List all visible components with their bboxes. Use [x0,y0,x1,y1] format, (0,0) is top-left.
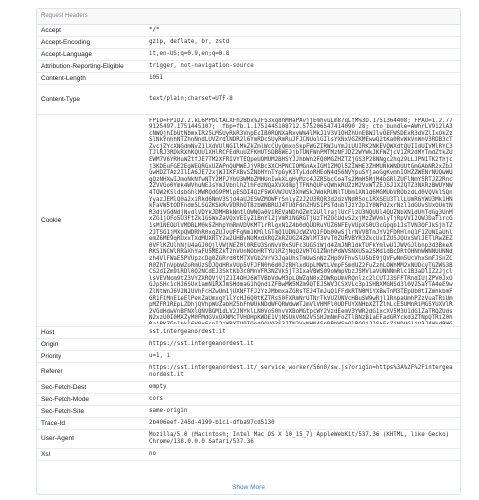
header-row: Cookie FPID=FPID2.2.kL6PPbCtALXFh2Bbx%2F5… [37,114,460,327]
header-name: Content-Length [37,72,145,85]
header-row: Accept-Language it,en-US;q=0.9,en;q=0.8 [37,48,460,61]
header-value: https://sst.intergeanordest.it/_service_… [145,362,460,382]
header-value: no [145,448,460,461]
header-name: Priority [37,350,145,363]
header-value: Mozilla/5.0 (Macintosh; Intel Mac OS X 1… [145,429,460,449]
header-value: 2b406eef-245d-4199-b1c1-dfba97cd5130 [145,417,460,430]
header-name: Accept-Encoding [37,36,145,49]
header-name: Accept [37,25,145,37]
header-row: Accept-Encoding gzip, deflate, br, zstd [37,36,460,49]
header-row: Content-Length 1051 [37,72,460,85]
header-value: trigger, not-navigation-source [145,60,460,73]
header-row: Referer https://sst.intergeanordest.it/_s… [37,362,460,382]
header-name: Accept-Language [37,48,145,61]
header-value: it,en-US;q=0.9,en;q=0.8 [145,48,460,61]
headers-table: Accept */* Accept-Encoding gzip, deflate, b… [37,25,460,461]
header-name: Xsl [37,448,145,461]
header-value: empty [145,381,460,394]
header-name: Sec-Fetch-Mode [37,393,145,406]
header-row: Attribution-Reporting-Eligible trigger, n… [37,60,460,73]
header-value: FPID=FPID2.2.kL6PPbCtALXFh2Bbx%2F53xq8hM… [145,114,460,327]
header-name: Attribution-Reporting-Eligible [37,60,145,73]
header-value: */* [145,25,460,37]
header-name: Referer [37,362,145,382]
header-row: Trace-Id 2b406eef-245d-4199-b1c1-dfba97cd… [37,417,460,430]
show-more-link[interactable]: Show More [37,484,460,491]
header-value: text/plain;charset=UTF-8 [145,84,460,115]
header-row: Sec-Fetch-Dest empty [37,381,460,394]
header-row: Accept */* [37,25,460,37]
header-value: 1051 [145,72,460,85]
header-row: Sec-Fetch-Site same-origin [37,405,460,418]
header-name: Trace-Id [37,417,145,430]
header-row: User-Agent Mozilla/5.0 (Macintosh; Intel … [37,429,460,449]
header-name: Host [37,326,145,339]
header-value: sst.intergeanordest.it [145,326,460,339]
header-value: gzip, deflate, br, zstd [145,36,460,49]
header-name: Sec-Fetch-Dest [37,381,145,394]
header-value: https://sst.intergeanordest.it [145,338,460,351]
header-name: Cookie [37,114,145,327]
header-name: Origin [37,338,145,351]
header-value: cors [145,393,460,406]
request-headers-panel: Request Headers Accept */* Accept-Encoding… [36,8,461,495]
header-row: Xsl no [37,448,460,461]
header-row: Origin https://sst.intergeanordest.it [37,338,460,351]
header-name: User-Agent [37,429,145,449]
header-row: Sec-Fetch-Mode cors [37,393,460,406]
section-title: Request Headers [37,9,460,25]
header-name: Sec-Fetch-Site [37,405,145,418]
header-row: Host sst.intergeanordest.it [37,326,460,339]
header-value: same-origin [145,405,460,418]
header-row: Priority u=1, i [37,350,460,363]
header-name: Content-Type [37,84,145,115]
header-row: Content-Type text/plain;charset=UTF-8 [37,84,460,115]
header-value: u=1, i [145,350,460,363]
